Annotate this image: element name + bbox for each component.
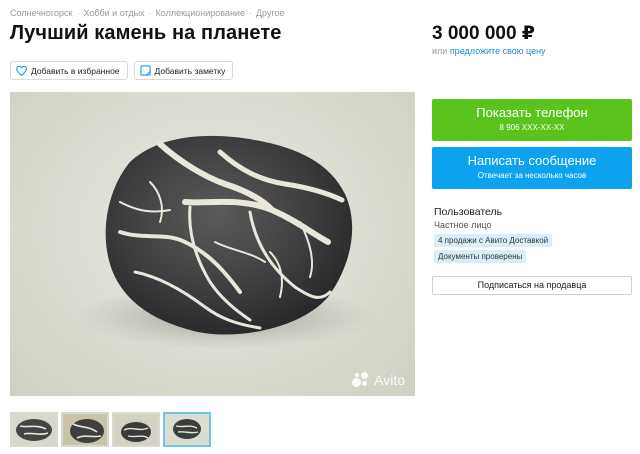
breadcrumb-separator: · [148, 8, 152, 18]
main-photo[interactable]: Avito [10, 92, 415, 396]
price-or-text: или [432, 46, 450, 56]
listing-title: Лучший камень на планете [10, 22, 282, 44]
delivery-sales-badge: 4 продажи с Авито Доставкой [434, 234, 553, 247]
breadcrumb-separator: · [76, 8, 80, 18]
thumbnail-4[interactable] [163, 412, 211, 447]
seller-name[interactable]: Пользователь [434, 206, 502, 218]
response-time-text: Отвечает за несколько часов [477, 171, 587, 180]
show-phone-label: Показать телефон [476, 105, 588, 120]
documents-verified-badge: Документы проверены [434, 250, 527, 263]
breadcrumb: Солнечногорск · Хобби и отдых · Коллекционир… [10, 8, 285, 18]
add-note-label: Добавить заметку [154, 65, 226, 76]
photo-thumbnails [10, 412, 211, 447]
thumbnail-1[interactable] [10, 412, 58, 447]
price-offer-line: или предложите свою цену [432, 46, 546, 56]
heart-icon [16, 65, 27, 76]
phone-number-masked: 8 906 XXX-XX-XX [499, 123, 565, 132]
listing-actions: Добавить в избранное Добавить заметку [10, 61, 234, 80]
breadcrumb-item-other[interactable]: Другое [256, 8, 285, 18]
stone-thumbnail-image [63, 414, 107, 445]
write-message-label: Написать сообщение [467, 153, 597, 168]
avito-watermark-text: Avito [374, 372, 405, 388]
add-note-button[interactable]: Добавить заметку [133, 61, 234, 80]
note-icon [139, 65, 151, 76]
price-offer-link[interactable]: предложите свою цену [450, 46, 546, 56]
avito-logo-icon [352, 372, 370, 388]
avito-watermark: Avito [352, 372, 405, 388]
thumbnail-3[interactable] [112, 412, 160, 447]
stone-thumbnail-image [165, 414, 209, 445]
seller-type: Частное лицо [434, 220, 492, 230]
thumbnail-2[interactable] [61, 412, 109, 447]
stone-thumbnail-image [114, 414, 158, 445]
write-message-button[interactable]: Написать сообщение Отвечает за несколько… [432, 147, 632, 189]
add-to-favorites-label: Добавить в избранное [31, 65, 120, 76]
breadcrumb-item-collecting[interactable]: Коллекционирование [156, 8, 245, 18]
show-phone-button[interactable]: Показать телефон 8 906 XXX-XX-XX [432, 99, 632, 141]
price: 3 000 000 ₽ [432, 23, 536, 44]
breadcrumb-separator: · [248, 8, 252, 18]
stone-image [75, 135, 375, 349]
stone-thumbnail-image [12, 414, 56, 445]
breadcrumb-item-hobby[interactable]: Хобби и отдых [83, 8, 144, 18]
add-to-favorites-button[interactable]: Добавить в избранное [10, 61, 128, 80]
breadcrumb-item-city[interactable]: Солнечногорск [10, 8, 72, 18]
subscribe-to-seller-button[interactable]: Подписаться на продавца [432, 276, 632, 295]
